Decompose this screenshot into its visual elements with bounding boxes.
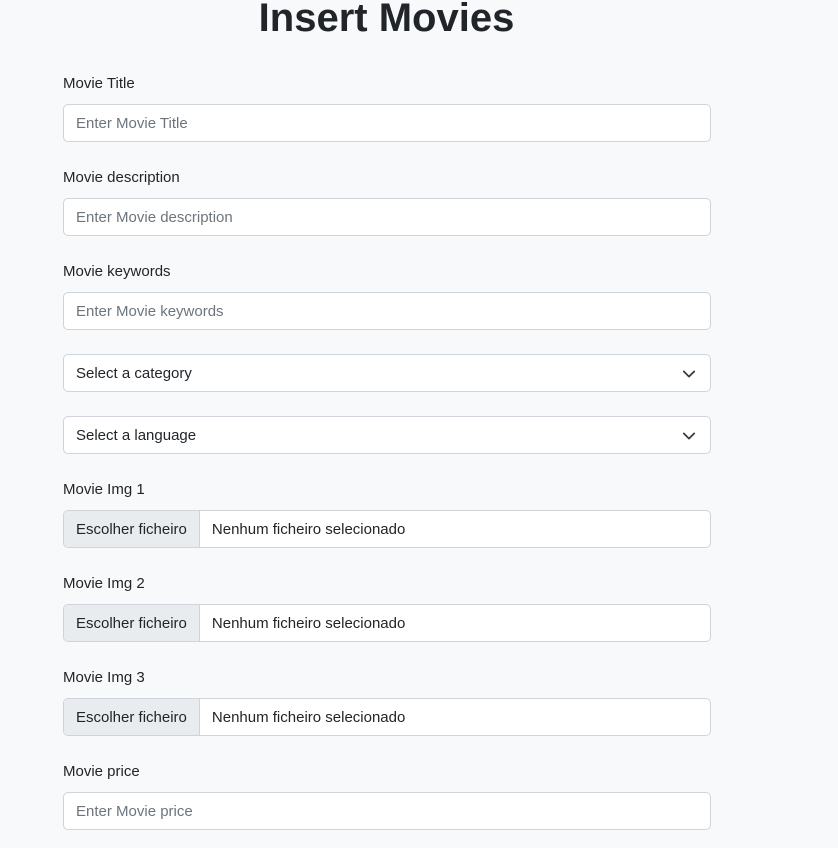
movie-description-group: Movie description (63, 168, 711, 236)
movie-img3-choose-button[interactable]: Escolher ficheiro (64, 699, 200, 735)
movie-img3-file-status: Nenhum ficheiro selecionado (211, 708, 406, 726)
movie-img1-file-status: Nenhum ficheiro selecionado (211, 520, 406, 538)
movie-img3-file-input[interactable]: Escolher ficheiro Nenhum ficheiro seleci… (63, 698, 711, 736)
movie-keywords-group: Movie keywords (63, 262, 711, 330)
category-select-group: Select a category (63, 354, 711, 392)
movie-img2-choose-button[interactable]: Escolher ficheiro (64, 605, 200, 641)
movie-price-input[interactable] (63, 792, 711, 830)
chevron-down-icon (682, 432, 696, 440)
movie-price-group: Movie price (63, 762, 711, 830)
movie-img2-file-input[interactable]: Escolher ficheiro Nenhum ficheiro seleci… (63, 604, 711, 642)
movie-img1-group: Movie Img 1 Escolher ficheiro Nenhum fic… (63, 480, 711, 548)
movie-keywords-label: Movie keywords (63, 263, 171, 280)
movie-img1-choose-button[interactable]: Escolher ficheiro (64, 511, 200, 547)
category-select-value: Select a category (76, 364, 192, 382)
movie-img1-file-input[interactable]: Escolher ficheiro Nenhum ficheiro seleci… (63, 510, 711, 548)
movie-price-label: Movie price (63, 763, 140, 780)
movie-title-group: Movie Title (63, 74, 711, 142)
movie-img2-label: Movie Img 2 (63, 575, 145, 592)
language-select-group: Select a language (63, 416, 711, 454)
movie-img1-label: Movie Img 1 (63, 481, 145, 498)
movie-img3-label: Movie Img 3 (63, 669, 145, 686)
movie-img2-group: Movie Img 2 Escolher ficheiro Nenhum fic… (63, 574, 711, 642)
language-select[interactable]: Select a language (63, 416, 711, 454)
chevron-down-icon (682, 370, 696, 378)
movie-title-label: Movie Title (63, 75, 135, 92)
insert-movies-page: Insert Movies Movie Title Movie descript… (0, 0, 838, 848)
category-select[interactable]: Select a category (63, 354, 711, 392)
movie-img3-group: Movie Img 3 Escolher ficheiro Nenhum fic… (63, 668, 711, 736)
movie-img2-file-status: Nenhum ficheiro selecionado (211, 614, 406, 632)
movie-keywords-input[interactable] (63, 292, 711, 330)
movie-description-input[interactable] (63, 198, 711, 236)
language-select-value: Select a language (76, 426, 197, 444)
movie-description-label: Movie description (63, 169, 180, 186)
movie-title-input[interactable] (63, 104, 711, 142)
page-title: Insert Movies (258, 0, 515, 40)
